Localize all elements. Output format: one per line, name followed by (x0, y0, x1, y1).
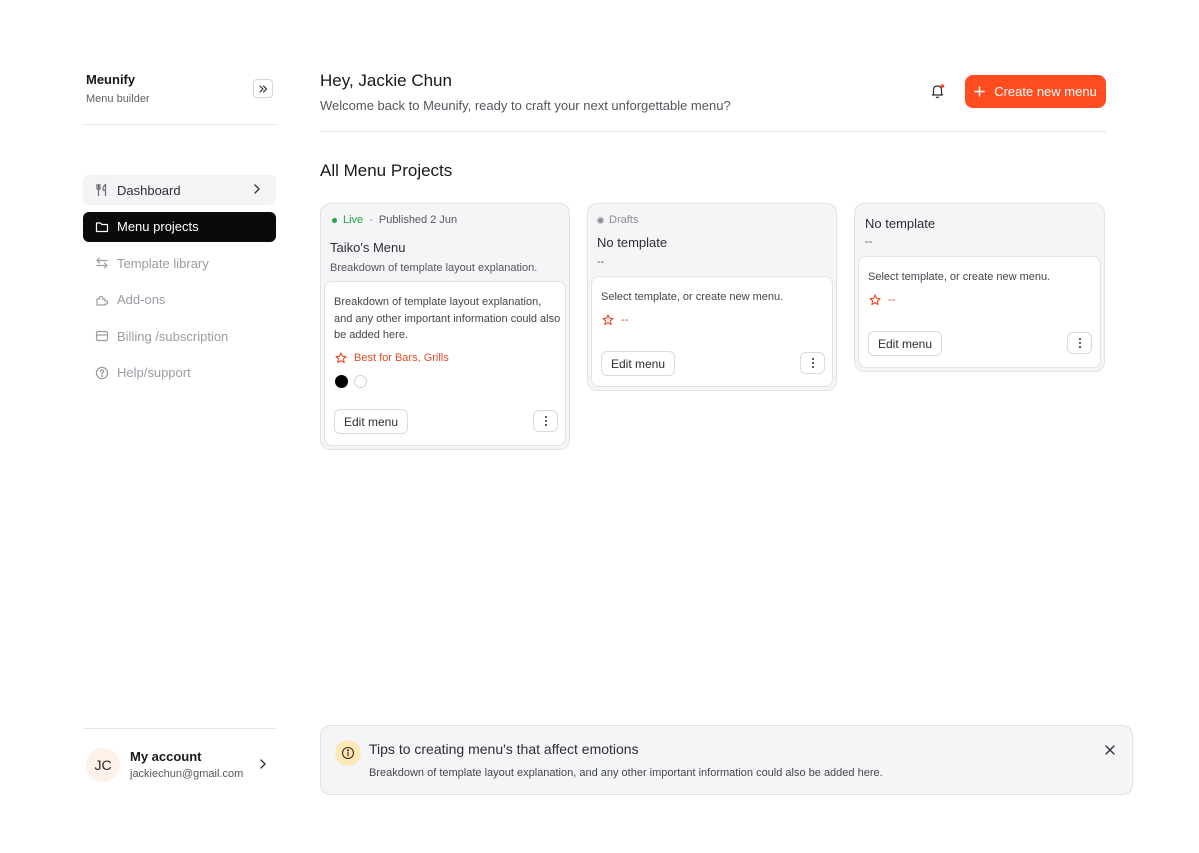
sidebar-item-label: Billing /subscription (117, 328, 229, 344)
welcome-message: Welcome back to Meunify, ready to craft … (320, 98, 731, 113)
create-new-menu-label: Create new menu (994, 84, 1097, 99)
edit-menu-button[interactable]: Edit menu (868, 331, 943, 356)
star-icon (869, 294, 881, 306)
close-tips-button[interactable] (1104, 743, 1116, 755)
template-tag: -- (869, 294, 895, 306)
project-card[interactable]: Drafts No template -- Select template, o… (587, 203, 837, 391)
star-icon (602, 314, 614, 326)
template-tag: -- (602, 314, 628, 326)
sidebar-item-billing[interactable]: Billing /subscription (83, 321, 276, 351)
more-options-button[interactable] (533, 410, 558, 432)
puzzle-icon (95, 293, 109, 307)
status-label: Live (343, 214, 364, 226)
avatar: JC (86, 748, 120, 782)
card-title: Taiko's Menu (330, 240, 406, 255)
sidebar-item-label: Dashboard (117, 182, 181, 198)
card-description: Breakdown of template layout explanation… (334, 296, 561, 341)
card-title: No template (597, 235, 668, 250)
card-body: Select template, or create new menu. -- … (858, 256, 1101, 368)
status-label: Drafts (609, 214, 639, 226)
card-description: Select template, or create new menu. (868, 271, 1051, 283)
sidebar-item-label: Help/support (117, 365, 191, 381)
plus-icon (974, 86, 985, 97)
tips-title: Tips to creating menu's that affect emot… (369, 741, 639, 757)
template-tag: Best for Bars, Grills (335, 352, 449, 364)
separator: · (369, 214, 373, 226)
sidebar-item-label: Add-ons (117, 292, 166, 308)
sidebar-item-label: Menu projects (117, 219, 199, 235)
sidebar-item-menu-projects[interactable]: Menu projects (83, 211, 276, 242)
template-tag-label: Best for Bars, Grills (354, 352, 449, 364)
template-tag-label: -- (888, 294, 896, 306)
status-badge: Drafts (598, 214, 638, 226)
chevron-right-icon (254, 184, 260, 194)
more-options-button[interactable] (1067, 332, 1092, 354)
status-badge: Live · Published 2 Jun (332, 214, 457, 226)
project-card[interactable]: Live · Published 2 Jun Taiko's Menu Brea… (320, 203, 570, 450)
header-divider (320, 131, 1106, 132)
swap-arrows-icon (95, 256, 109, 270)
credit-card-icon (95, 329, 109, 343)
edit-menu-button[interactable]: Edit menu (601, 351, 676, 376)
brand-subtitle: Menu builder (86, 93, 150, 105)
card-description: Select template, or create new menu. (601, 291, 784, 303)
live-dot-icon (332, 217, 337, 223)
card-subtitle: -- (597, 256, 605, 268)
section-title: All Menu Projects (320, 161, 453, 180)
published-date: Published 2 Jun (378, 214, 458, 226)
folder-icon (95, 220, 109, 234)
page-title: Hey, Jackie Chun (320, 71, 452, 90)
star-icon (335, 352, 347, 364)
create-new-menu-button[interactable]: Create new menu (965, 75, 1106, 108)
color-swatch-white[interactable] (354, 375, 367, 388)
sidebar-item-add-ons[interactable]: Add-ons (83, 285, 276, 315)
card-subtitle: -- (865, 236, 873, 248)
project-card[interactable]: No template -- Select template, or creat… (854, 203, 1105, 372)
more-vertical-icon (811, 358, 814, 368)
collapse-sidebar-button[interactable] (253, 79, 273, 98)
sidebar-item-template-library[interactable]: Template library (83, 248, 276, 278)
sidebar-item-help[interactable]: Help/support (83, 358, 276, 388)
notifications-button[interactable] (929, 82, 947, 100)
utensils-icon (95, 183, 109, 197)
brand-name: Meunify (86, 72, 136, 87)
more-vertical-icon (1078, 338, 1081, 348)
sidebar-divider (83, 728, 276, 729)
bell-icon (931, 84, 945, 99)
account-email: jackiechun@gmail.com (130, 768, 244, 780)
color-swatch-black[interactable] (335, 375, 348, 388)
sidebar-divider (83, 124, 276, 125)
sidebar-item-dashboard[interactable]: Dashboard (83, 175, 276, 205)
account-menu[interactable]: JC My account jackiechun@gmail.com (86, 746, 276, 784)
chevron-right-icon (260, 759, 266, 769)
sidebar-item-label: Template library (117, 255, 209, 271)
card-body: Select template, or create new menu. -- … (591, 276, 833, 387)
close-icon (1105, 745, 1115, 755)
account-name: My account (130, 749, 202, 764)
info-icon (335, 740, 361, 766)
edit-menu-button[interactable]: Edit menu (334, 409, 409, 434)
card-body: Breakdown of template layout explanation… (324, 281, 566, 446)
card-subtitle: Breakdown of template layout explanation… (330, 262, 538, 274)
brand: Meunify Menu builder (86, 72, 150, 105)
more-vertical-icon (544, 416, 547, 426)
sidebar-nav: Dashboard Menu projects Template library… (83, 175, 276, 395)
draft-dot-icon (598, 217, 603, 223)
card-title: No template (865, 216, 936, 231)
help-circle-icon (95, 366, 109, 380)
tips-body: Breakdown of template layout explanation… (369, 767, 883, 779)
more-options-button[interactable] (800, 352, 825, 374)
double-chevron-right-icon (259, 84, 268, 93)
tips-banner: Tips to creating menu's that affect emot… (320, 725, 1133, 795)
template-tag-label: -- (621, 314, 629, 326)
